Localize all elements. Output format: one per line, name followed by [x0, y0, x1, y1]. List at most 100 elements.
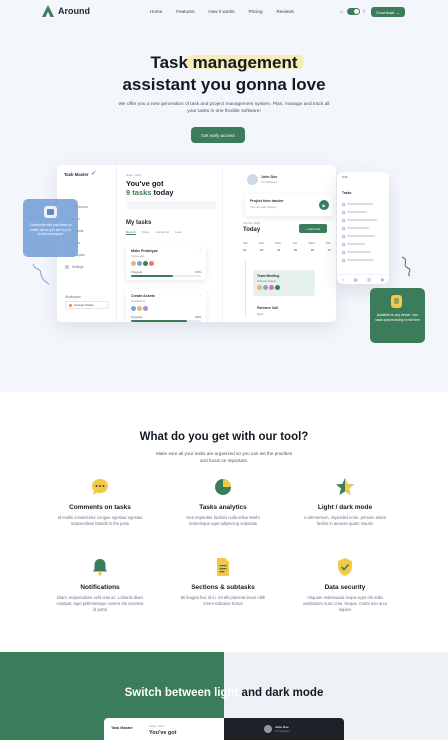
logo[interactable]: Around — [42, 5, 90, 17]
feature-description: Non imperdiet facilisis nulla tellus Mor… — [186, 515, 260, 526]
nav-link-reviews[interactable]: Reviews — [277, 9, 294, 14]
swirl-doodle-icon — [32, 263, 50, 285]
task-avatars — [131, 306, 148, 311]
avatar — [257, 285, 262, 290]
progress-bar — [131, 275, 201, 277]
progress-label: Progress — [131, 315, 143, 319]
today-heading: Today — [243, 227, 261, 233]
nav-link-pricing[interactable]: Pricing — [248, 9, 262, 14]
event-title: Partners Call — [257, 306, 278, 310]
checkbox[interactable] — [342, 258, 345, 262]
progress-fill — [131, 320, 187, 322]
weekday: Sat — [243, 241, 248, 245]
sync-callout: Available on any device. Your tasks sync… — [370, 288, 425, 343]
checkbox[interactable] — [342, 210, 345, 214]
task-avatars — [131, 261, 154, 266]
feature-description: A elementum, imperdiet enim, pretium eti… — [304, 515, 386, 526]
search-input[interactable] — [126, 201, 216, 209]
hero-section: Around Home Features How it works Pricin… — [0, 0, 448, 392]
checkbox[interactable] — [342, 226, 345, 230]
event-card[interactable]: Team Meeting Discuss project — [253, 270, 315, 296]
preview-greeting: You've got — [149, 730, 177, 736]
toggle-switch[interactable] — [346, 8, 360, 15]
calendar-day[interactable]: 25 — [294, 248, 297, 252]
moon-icon: ☾ — [362, 8, 368, 15]
event-card[interactable]: Partners Call Sync — [253, 304, 315, 318]
dashboard-mockup: Task Master ✓ Dashboard Inbox Projects T… — [57, 165, 336, 322]
avatar — [143, 261, 148, 266]
sidebar-item-settings[interactable]: Settings — [65, 265, 84, 269]
features-subtitle: Make sure all your tasks are organized s… — [155, 451, 293, 463]
calendar-icon[interactable]: ▦ — [354, 277, 358, 282]
download-button[interactable]: Download ⌄ — [371, 7, 405, 17]
list-item — [342, 234, 384, 238]
workspace-select[interactable]: Canvas Studio — [65, 301, 109, 309]
time-tracker-card: Project time tracker You can start track… — [245, 194, 333, 216]
feature-title: Comments on tasks — [69, 504, 131, 511]
workspace-label: Workspace — [65, 295, 81, 299]
hero-title-line1: Task management — [150, 53, 298, 72]
feature-description: Diam, suspendisse velit cras ac. Loborti… — [56, 595, 144, 612]
add-new-button[interactable]: + Add new — [299, 224, 327, 233]
play-icon[interactable]: ▶ — [319, 200, 329, 210]
nav-link-how-it-works[interactable]: How it works — [208, 9, 234, 14]
list-item-line — [347, 251, 371, 253]
logo-text: Around — [58, 6, 90, 16]
avatar — [143, 306, 148, 311]
theme-toggle[interactable]: ☼ ☾ — [339, 8, 367, 15]
calendar-day[interactable]: 22 — [243, 248, 246, 252]
get-early-access-button[interactable]: Get early access — [191, 127, 245, 143]
timer-title: Project time tracker — [250, 199, 284, 203]
gear-icon — [65, 265, 69, 269]
list-item — [342, 218, 384, 222]
dashboard-brand: Task Master — [64, 172, 89, 177]
tab-later[interactable]: Later — [175, 230, 182, 235]
list-item — [342, 242, 384, 246]
list-item — [342, 258, 384, 262]
task-subtitle: Figma app — [131, 254, 145, 258]
checkbox[interactable] — [342, 218, 345, 222]
preview-greeting-small: Hello, John — [149, 724, 165, 728]
checkbox[interactable] — [342, 202, 345, 206]
calendar-day[interactable]: 26 — [311, 248, 314, 252]
progress-percent: 80% — [195, 315, 201, 319]
avatar — [264, 725, 272, 733]
task-subtitle: Illustrations — [131, 299, 146, 303]
avatar — [137, 261, 142, 266]
task-card[interactable]: Create Assets Illustrations ⋮ Progress 8… — [126, 289, 206, 322]
phone-time: 9:41 — [342, 175, 348, 179]
tab-recent[interactable]: Recent — [126, 230, 136, 235]
avatar — [131, 261, 136, 266]
checkbox[interactable] — [342, 250, 345, 254]
calendar-day[interactable]: 27 — [328, 248, 331, 252]
preview-profile-role: UX Designer — [275, 730, 290, 733]
tab-today[interactable]: Today — [142, 230, 150, 235]
checkbox[interactable] — [342, 234, 345, 238]
nav-link-features[interactable]: Features — [176, 9, 194, 14]
switch-title: Switch between light and dark mode — [0, 687, 448, 699]
greeting-today: today — [153, 188, 174, 197]
weekday: Wed — [308, 241, 315, 245]
list-item-line — [347, 211, 367, 213]
task-card[interactable]: Make Prototype Figma app ⋮ Progress 60% — [126, 244, 206, 280]
event-subtitle: Discuss project — [257, 279, 276, 283]
user-icon[interactable]: ◉ — [381, 277, 385, 282]
avatar[interactable] — [247, 174, 258, 185]
calendar-day[interactable]: 24 — [277, 248, 280, 252]
calendar-day[interactable]: 23 — [260, 248, 263, 252]
checkbox[interactable] — [342, 242, 345, 246]
nav-link-home[interactable]: Home — [150, 9, 162, 14]
tab-upcoming[interactable]: Upcoming — [156, 230, 170, 235]
feature-title: Sections & subtasks — [191, 584, 255, 591]
more-icon[interactable]: ⋮ — [198, 293, 202, 298]
feature-comments: Comments on tasks Id mollis consectetur … — [45, 476, 155, 527]
list-item-line — [347, 227, 369, 229]
chart-icon[interactable]: ▥ — [367, 277, 371, 282]
download-label: Download — [376, 9, 395, 15]
top-nav: Around Home Features How it works Pricin… — [0, 0, 448, 26]
swirl-doodle-icon — [401, 256, 411, 277]
feature-title: Notifications — [80, 584, 120, 591]
features-title: What do you get with our tool? — [139, 431, 309, 443]
home-icon[interactable]: ⌂ — [342, 277, 344, 282]
more-icon[interactable]: ⋮ — [198, 248, 202, 253]
